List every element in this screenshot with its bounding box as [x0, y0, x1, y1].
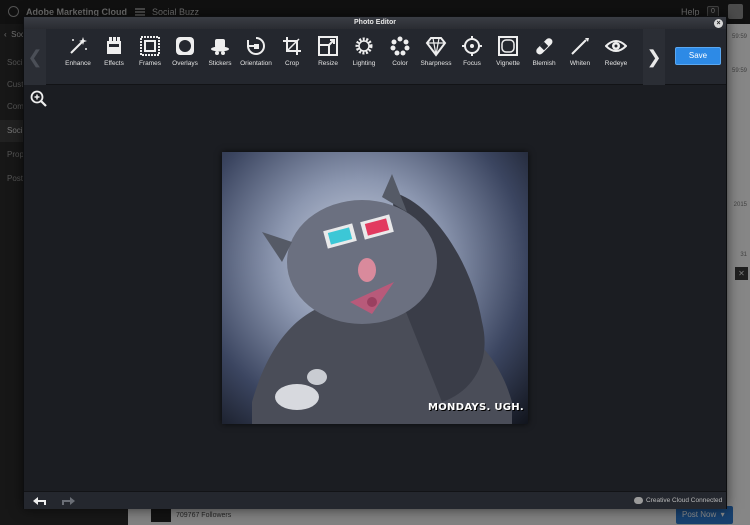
modal-title: Photo Editor [354, 19, 396, 26]
tool-label: Stickers [208, 60, 232, 67]
tool-label: Enhance [65, 60, 91, 67]
tool-whiten[interactable]: Whiten [562, 35, 598, 79]
tool-label: Redeye [604, 60, 628, 67]
tool-enhance[interactable]: Enhance [60, 35, 96, 79]
tool-blemish[interactable]: Blemish [526, 35, 562, 79]
magic-wand-icon [70, 37, 87, 54]
edited-photo[interactable]: MONDAYS. UGH. [222, 152, 528, 424]
tool-lighting[interactable]: Lighting [346, 35, 382, 79]
tool-crop[interactable]: Crop [274, 35, 310, 79]
editor-bottombar: Creative Cloud Connected [24, 491, 726, 509]
modal-titlebar: Photo Editor × [24, 17, 726, 29]
connection-status: Creative Cloud Connected [646, 497, 723, 504]
tool-stickers[interactable]: Stickers [202, 35, 238, 79]
eye-icon [605, 40, 627, 52]
diamond-icon [425, 37, 447, 57]
tool-label: Lighting [352, 60, 376, 67]
overlay-icon [176, 37, 194, 55]
close-icon[interactable]: × [714, 19, 723, 28]
editor-toolbar: ❮ Enhance Effects Frames Overlays Sticke… [24, 29, 726, 85]
tool-overlays[interactable]: Overlays [167, 35, 203, 79]
creative-cloud-icon [634, 497, 643, 504]
tool-label: Resize [318, 60, 338, 67]
tool-focus[interactable]: Focus [454, 35, 490, 79]
brush-icon [571, 38, 589, 55]
redo-icon[interactable] [62, 495, 76, 507]
tool-resize[interactable]: Resize [310, 35, 346, 79]
frame-icon [140, 36, 160, 56]
rotate-icon [247, 37, 265, 55]
tool-redeye[interactable]: Redeye [598, 35, 634, 79]
tool-label: Color [392, 60, 408, 67]
editor-canvas: MONDAYS. UGH. [24, 86, 726, 491]
resize-icon [318, 36, 338, 56]
tool-label: Effects [104, 60, 124, 67]
chevron-right-icon[interactable]: ❯ [643, 29, 665, 85]
tool-label: Blemish [532, 60, 556, 67]
color-icon [390, 36, 410, 56]
crop-icon [283, 37, 301, 55]
tool-label: Orientation [240, 60, 272, 67]
cat-photo-illustration [252, 174, 512, 424]
undo-icon[interactable] [32, 495, 46, 507]
sticker-hat-icon [211, 39, 229, 55]
effects-icon [107, 37, 121, 54]
tool-label: Whiten [569, 60, 591, 67]
photo-editor-modal: Photo Editor × ❮ Enhance Effects Frames … [23, 16, 727, 509]
tool-color[interactable]: Color [382, 35, 418, 79]
tool-label: Focus [463, 60, 481, 67]
tool-effects[interactable]: Effects [96, 35, 132, 79]
tool-label: Overlays [172, 60, 198, 67]
zoom-in-icon[interactable] [30, 90, 48, 108]
photo-caption: MONDAYS. UGH. [428, 402, 525, 413]
tool-label: Crop [284, 60, 300, 67]
tool-orientation[interactable]: Orientation [238, 35, 274, 79]
tool-label: Frames [138, 60, 162, 67]
bandage-icon [536, 38, 553, 55]
tool-sharpness[interactable]: Sharpness [418, 35, 454, 79]
focus-icon [462, 36, 482, 56]
sun-icon [355, 37, 373, 55]
save-button[interactable]: Save [675, 47, 721, 65]
chevron-left-icon[interactable]: ❮ [24, 29, 46, 85]
tool-label: Sharpness [420, 60, 452, 67]
tool-vignette[interactable]: Vignette [490, 35, 526, 79]
vignette-icon [498, 36, 518, 56]
tool-frames[interactable]: Frames [132, 35, 168, 79]
tool-label: Vignette [496, 60, 520, 67]
